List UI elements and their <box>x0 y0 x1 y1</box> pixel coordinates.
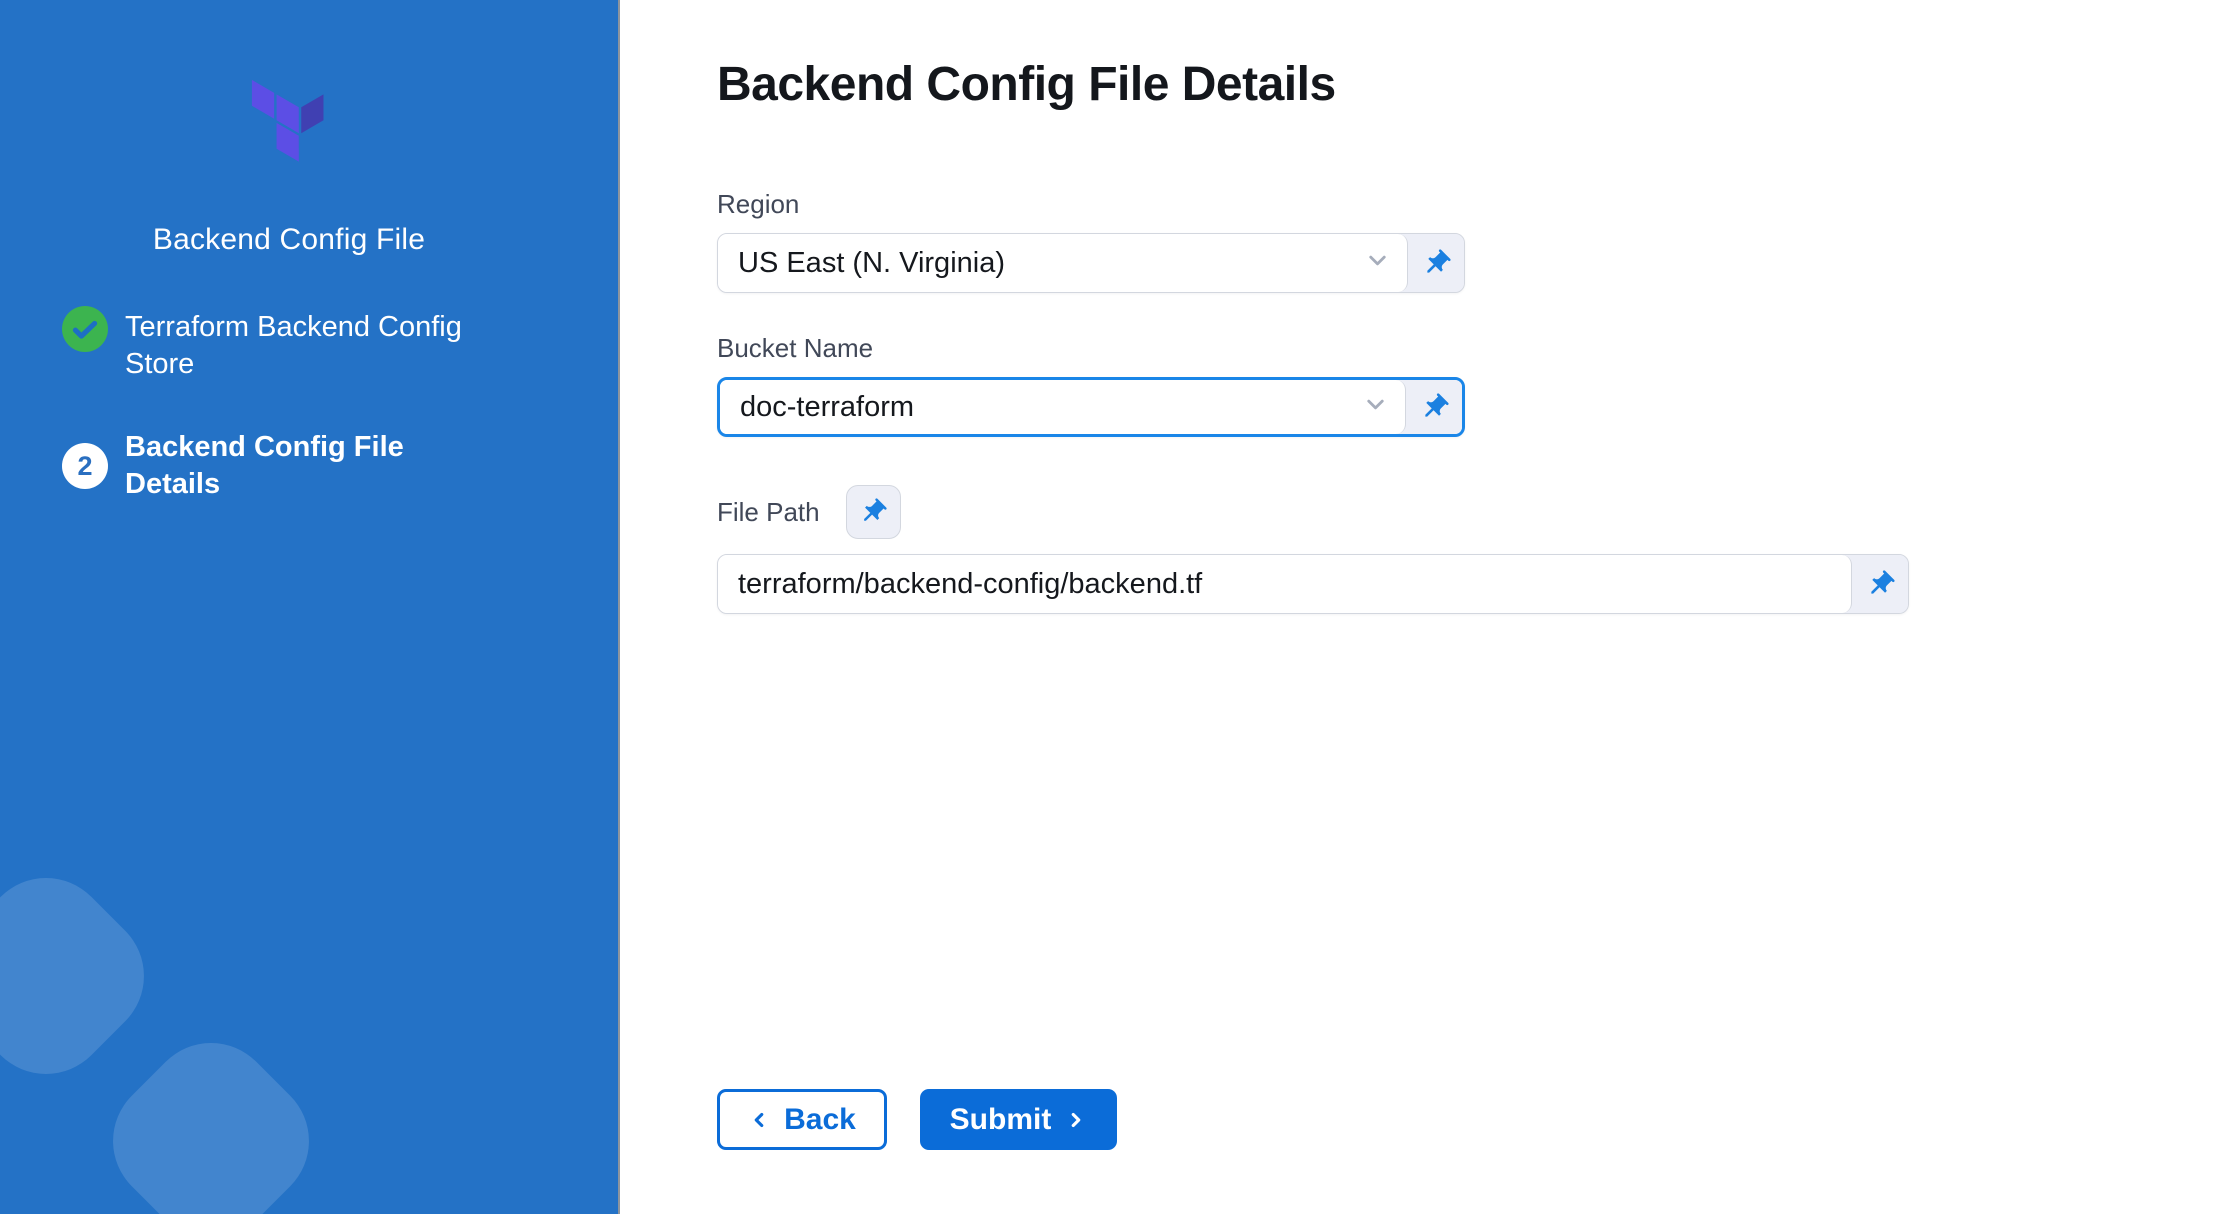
wizard-title: Backend Config File <box>0 223 578 257</box>
wizard-steps: Terraform Backend Config Store 2 Backend… <box>0 306 578 503</box>
file-path-input-pin-button[interactable] <box>1852 555 1908 613</box>
region-pin-button[interactable] <box>1408 234 1464 292</box>
file-path-pin-button[interactable] <box>846 485 901 539</box>
step-number-badge: 2 <box>62 443 108 489</box>
back-button-label: Back <box>784 1103 856 1137</box>
step-complete-check-icon <box>62 306 108 352</box>
terraform-logo-icon <box>244 72 334 175</box>
bucket-name-select[interactable]: doc-terraform <box>717 377 1465 437</box>
region-selected-value: US East (N. Virginia) <box>738 247 1364 280</box>
step-label: Terraform Backend Config Store <box>125 306 495 383</box>
pushpin-icon <box>1414 241 1458 285</box>
file-path-label: File Path <box>717 497 820 528</box>
page-title: Backend Config File Details <box>717 56 2230 114</box>
step-item-terraform-backend-config-store[interactable]: Terraform Backend Config Store <box>62 306 578 383</box>
file-path-input[interactable] <box>738 568 1835 601</box>
submit-button-label: Submit <box>950 1103 1052 1137</box>
submit-button[interactable]: Submit <box>920 1089 1117 1150</box>
step-item-backend-config-file-details[interactable]: 2 Backend Config File Details <box>62 429 578 503</box>
back-button[interactable]: Back <box>717 1089 887 1150</box>
terraform-watermark-shape <box>0 852 170 1101</box>
file-path-input-group <box>717 554 1909 614</box>
wizard-sidebar: Backend Config File Terraform Backend Co… <box>0 0 620 1214</box>
bucket-name-selected-value: doc-terraform <box>740 391 1362 424</box>
step-label: Backend Config File Details <box>125 429 495 503</box>
bucket-name-label: Bucket Name <box>717 333 2230 364</box>
form-panel: Backend Config File Details Region US Ea… <box>620 0 2230 1214</box>
region-select[interactable]: US East (N. Virginia) <box>717 233 1465 293</box>
chevron-left-icon <box>748 1109 770 1131</box>
bucket-name-pin-button[interactable] <box>1406 380 1462 434</box>
pushpin-icon <box>852 491 894 533</box>
chevron-right-icon <box>1065 1109 1087 1131</box>
pushpin-icon <box>1412 385 1456 429</box>
region-label: Region <box>717 189 2230 220</box>
pushpin-icon <box>1858 562 1902 606</box>
terraform-watermark-shape <box>87 1017 336 1214</box>
chevron-down-icon <box>1362 391 1389 423</box>
chevron-down-icon <box>1364 247 1391 279</box>
